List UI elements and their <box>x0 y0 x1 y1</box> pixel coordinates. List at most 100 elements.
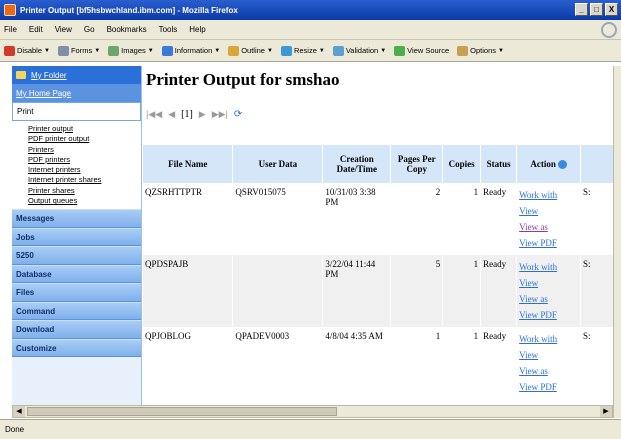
menu-view[interactable]: View <box>55 25 72 34</box>
sidebar-link-output-queues[interactable]: Output queues <box>28 196 141 206</box>
sidebar-item-download[interactable]: Download <box>12 320 141 339</box>
last-page-icon[interactable]: ▶▶| <box>212 109 228 120</box>
toolbar-validation-button[interactable]: Validation ▼ <box>332 45 386 56</box>
cell-creation-date: 3/22/04 11:44 PM <box>322 255 392 327</box>
sidebar-my-folder[interactable]: My Folder <box>12 66 141 84</box>
view-as-link[interactable]: View as <box>519 219 578 235</box>
scroll-left-icon[interactable]: ◀ <box>13 406 25 417</box>
work-with-link[interactable]: Work with <box>519 187 578 203</box>
sidebar-link-internet-printers[interactable]: Internet printers <box>28 165 141 175</box>
sidebar-link-printers[interactable]: Printers <box>28 145 141 155</box>
toolbar-resize-button[interactable]: Resize ▼ <box>280 45 325 56</box>
cell-creation-date: 10/31/03 3:38 PM <box>322 183 392 255</box>
minimize-button[interactable]: _ <box>575 3 588 16</box>
scrollbar-thumb[interactable] <box>27 407 337 416</box>
sidebar-link-internet-printer-shares[interactable]: Internet printer shares <box>28 175 141 185</box>
column-header-action: Action <box>516 145 582 183</box>
cell-actions: Work with View View as View PDF <box>516 327 582 399</box>
info-icon <box>161 45 173 56</box>
sidebar-item-jobs[interactable]: Jobs <box>12 227 141 247</box>
toolbar-forms-button[interactable]: Forms ▼ <box>57 45 100 56</box>
cell-pages: 2 <box>390 183 444 255</box>
view-link[interactable]: View <box>519 203 578 219</box>
toolbar-options-button[interactable]: Options ▼ <box>457 45 504 56</box>
view-link[interactable]: View <box>519 347 578 363</box>
cell-file-name: QZSRHTTPTR <box>143 183 234 255</box>
cell-copies: 1 <box>442 183 482 255</box>
cell-file-name: QPJOBLOG <box>143 327 234 399</box>
images-icon <box>108 45 120 56</box>
menu-tools[interactable]: Tools <box>159 25 178 34</box>
column-header-copies: Copies <box>442 145 482 183</box>
toolbar-outline-button[interactable]: Outline ▼ <box>228 45 273 56</box>
sidebar-print-submenu: Printer output PDF printer output Printe… <box>12 121 141 210</box>
horizontal-scrollbar[interactable]: ◀ ▶ <box>12 405 613 418</box>
first-page-icon[interactable]: |◀◀ <box>146 109 162 120</box>
cell-pages: 1 <box>390 327 444 399</box>
cell-user-data: QSRV015075 <box>232 183 324 255</box>
sidebar-link-printer-shares[interactable]: Printer shares <box>28 186 141 196</box>
sidebar-item-database[interactable]: Database <box>12 264 141 284</box>
close-button[interactable]: X <box>605 3 618 16</box>
previous-page-icon[interactable]: ◀ <box>168 109 175 120</box>
pager: |◀◀ ◀ [1] ▶ ▶▶| ⟳ <box>146 109 248 120</box>
red-x-icon <box>4 45 15 56</box>
sidebar-my-home-page[interactable]: My Home Page <box>12 84 141 102</box>
work-with-link[interactable]: Work with <box>519 331 578 347</box>
sidebar-item-print[interactable]: Print <box>12 102 141 121</box>
navigation-sidebar: My Folder My Home Page Print Printer out… <box>12 66 142 405</box>
column-header-status: Status <box>480 145 518 183</box>
view-as-link[interactable]: View as <box>519 291 578 307</box>
menu-file[interactable]: File <box>4 25 17 34</box>
sidebar-item-messages[interactable]: Messages <box>12 209 141 228</box>
column-header-pages-per-copy: Pages Per Copy <box>390 145 444 183</box>
sidebar-link-pdf-printer-output[interactable]: PDF printer output <box>28 134 141 144</box>
cell-user-data <box>232 255 324 327</box>
cell-actions: Work with View View as View PDF <box>516 183 582 255</box>
work-with-link[interactable]: Work with <box>519 259 578 275</box>
cell-user-data: QPADEV0003 <box>232 327 324 399</box>
sidebar-link-pdf-printers[interactable]: PDF printers <box>28 155 141 165</box>
view-as-link[interactable]: View as <box>519 363 578 379</box>
window-title: Printer Output [bf5hsbwchland.ibm.com] -… <box>20 5 238 15</box>
sidebar-item-5250[interactable]: 5250 <box>12 246 141 265</box>
vertical-scrollbar[interactable] <box>613 66 621 418</box>
options-icon <box>457 45 469 56</box>
help-icon[interactable] <box>557 160 567 170</box>
sidebar-link-printer-output[interactable]: Printer output <box>28 124 141 134</box>
view-pdf-link[interactable]: View PDF <box>519 379 578 395</box>
column-header-creation-date: Creation Date/Time <box>322 145 392 183</box>
cell-extra: S: <box>580 327 613 399</box>
next-page-icon[interactable]: ▶ <box>199 109 206 120</box>
view-link[interactable]: View <box>519 275 578 291</box>
cell-copies: 1 <box>442 255 482 327</box>
column-header-extra <box>580 145 613 183</box>
table-row: QPDSPAJB 3/22/04 11:44 PM 5 1 Ready Work… <box>143 255 613 327</box>
validation-icon <box>332 45 344 56</box>
maximize-button[interactable]: □ <box>590 3 603 16</box>
refresh-icon[interactable]: ⟳ <box>234 109 242 120</box>
sidebar-item-command[interactable]: Command <box>12 301 141 321</box>
menu-bookmarks[interactable]: Bookmarks <box>107 25 147 34</box>
source-icon <box>394 45 406 56</box>
pencil-icon <box>228 45 240 56</box>
view-pdf-link[interactable]: View PDF <box>519 307 578 323</box>
scroll-right-icon[interactable]: ▶ <box>600 406 612 417</box>
cell-file-name: QPDSPAJB <box>143 255 234 327</box>
firefox-icon <box>4 4 16 16</box>
folder-icon <box>16 71 26 79</box>
current-page: [1] <box>181 109 193 120</box>
menu-edit[interactable]: Edit <box>29 25 43 34</box>
sidebar-item-customize[interactable]: Customize <box>12 338 141 358</box>
resize-icon <box>280 45 292 56</box>
view-pdf-link[interactable]: View PDF <box>519 235 578 251</box>
toolbar-images-button[interactable]: Images ▼ <box>108 45 154 56</box>
sidebar-item-files[interactable]: Files <box>12 283 141 302</box>
main-content: Printer Output for smshao |◀◀ ◀ [1] ▶ ▶▶… <box>143 66 613 405</box>
menu-help[interactable]: Help <box>189 25 205 34</box>
toolbar-disable-button[interactable]: Disable ▼ <box>4 45 50 56</box>
toolbar-view-source-button[interactable]: View Source <box>394 45 449 56</box>
menu-bar: File Edit View Go Bookmarks Tools Help <box>0 20 621 40</box>
menu-go[interactable]: Go <box>84 25 95 34</box>
toolbar-information-button[interactable]: Information ▼ <box>161 45 220 56</box>
